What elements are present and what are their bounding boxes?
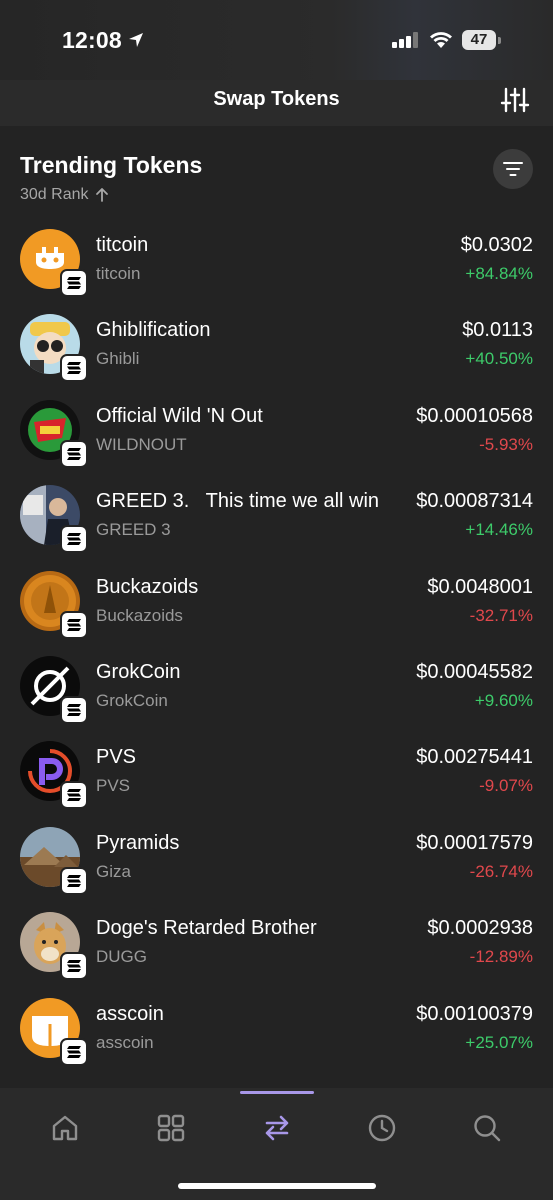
token-change: -5.93% xyxy=(479,434,533,454)
token-name: Ghiblification xyxy=(96,319,211,342)
token-row[interactable]: asscoin asscoin $0.00100379 +25.07% xyxy=(0,986,553,1071)
filter-button[interactable] xyxy=(493,149,533,189)
solana-icon xyxy=(60,269,88,297)
token-row[interactable]: Ghiblification Ghibli $0.0113 +40.50% xyxy=(0,302,553,387)
tab-home[interactable] xyxy=(45,1108,85,1148)
token-name: PVS xyxy=(96,746,137,769)
token-change: +14.46% xyxy=(465,520,533,540)
token-symbol: DUGG xyxy=(96,947,147,967)
token-price: $0.00275441 xyxy=(416,746,533,769)
token-symbol: PVS xyxy=(96,776,131,796)
token-name: asscoin xyxy=(96,1002,164,1025)
battery-indicator: 47 xyxy=(462,30,496,50)
home-indicator xyxy=(178,1183,376,1189)
solana-icon xyxy=(60,781,88,810)
token-row[interactable]: Buckazoids Buckazoids $0.0048001 -32.71% xyxy=(0,559,553,644)
grid-icon xyxy=(157,1114,185,1142)
token-symbol: asscoin xyxy=(96,1032,154,1052)
tab-swap[interactable] xyxy=(257,1108,297,1148)
token-row[interactable]: GREED 3. This time we all win GREED 3 $0… xyxy=(0,473,553,558)
token-row[interactable]: Doge's Retarded Brother DUGG $0.0002938 … xyxy=(0,900,553,985)
token-change: +25.07% xyxy=(465,1032,533,1052)
token-price: $0.0002938 xyxy=(427,917,533,940)
token-price: $0.0302 xyxy=(460,234,533,256)
token-price: $0.00087314 xyxy=(416,490,533,513)
token-price: $0.0113 xyxy=(462,319,533,342)
status-bar: 12:08 47 xyxy=(0,0,553,80)
token-symbol: WILDNOUT xyxy=(96,434,187,454)
token-name: GREED 3. This time we all win xyxy=(96,490,380,513)
location-arrow-icon xyxy=(129,33,143,47)
token-change: -9.07% xyxy=(479,776,533,796)
token-row[interactable]: titcoin titcoin $0.0302 +84.84% xyxy=(0,217,553,302)
token-symbol: Buckazoids xyxy=(96,605,183,625)
search-icon xyxy=(474,1115,501,1142)
token-symbol: titcoin xyxy=(96,264,141,283)
token-change: -32.71% xyxy=(469,605,533,625)
active-tab-indicator xyxy=(240,1091,314,1094)
solana-icon xyxy=(60,439,88,468)
token-symbol: GrokCoin xyxy=(96,690,168,710)
token-price: $0.00045582 xyxy=(416,660,533,683)
home-icon xyxy=(52,1115,78,1141)
solana-icon xyxy=(60,1037,88,1066)
solana-icon xyxy=(60,695,88,724)
token-row[interactable]: PVS PVS $0.00275441 -9.07% xyxy=(0,729,553,814)
settings-sliders-icon[interactable] xyxy=(500,86,530,114)
token-row[interactable]: Pyramids Giza $0.00017579 -26.74% xyxy=(0,815,553,900)
section-title: Trending Tokens xyxy=(20,152,203,178)
token-name: Buckazoids xyxy=(96,575,199,598)
sort-toggle[interactable]: 30d Rank xyxy=(20,186,109,204)
token-name: GrokCoin xyxy=(96,660,181,683)
clock-icon xyxy=(368,1114,396,1142)
tab-search[interactable] xyxy=(467,1108,507,1148)
filter-icon xyxy=(503,162,523,176)
token-price: $0.00100379 xyxy=(416,1002,533,1025)
wifi-icon xyxy=(430,32,452,48)
token-symbol: Ghibli xyxy=(96,349,140,369)
token-symbol: GREED 3 xyxy=(96,520,171,540)
token-change: -26.74% xyxy=(469,861,533,881)
solana-icon xyxy=(60,952,88,981)
token-list: titcoin titcoin $0.0302 +84.84% Ghiblifi… xyxy=(0,217,553,1071)
battery-tip xyxy=(498,37,501,44)
token-name: titcoin xyxy=(96,234,149,256)
token-name: Official Wild 'N Out xyxy=(96,404,263,427)
arrow-up-icon xyxy=(95,188,108,202)
solana-icon xyxy=(60,610,88,639)
swap-icon xyxy=(265,1115,289,1141)
tab-history[interactable] xyxy=(362,1108,402,1148)
solana-icon xyxy=(60,525,88,554)
header: Swap Tokens xyxy=(0,80,553,126)
page-title: Swap Tokens xyxy=(213,88,340,110)
token-name: Pyramids xyxy=(96,831,180,854)
token-row[interactable]: Official Wild 'N Out WILDNOUT $0.0001056… xyxy=(0,388,553,473)
solana-icon xyxy=(60,354,88,383)
status-time: 12:08 xyxy=(62,27,122,53)
token-change: -12.89% xyxy=(469,947,533,967)
tab-explore[interactable] xyxy=(151,1108,191,1148)
sort-label: 30d Rank xyxy=(20,186,89,203)
token-change: +84.84% xyxy=(465,264,533,283)
token-change: +9.60% xyxy=(474,690,533,710)
token-change: +40.50% xyxy=(465,349,533,369)
token-price: $0.00017579 xyxy=(416,831,533,854)
token-name: Doge's Retarded Brother xyxy=(96,917,317,940)
token-price: $0.0048001 xyxy=(427,575,533,598)
cellular-signal-icon xyxy=(392,32,418,48)
token-price: $0.00010568 xyxy=(416,404,533,427)
token-row[interactable]: GrokCoin GrokCoin $0.00045582 +9.60% xyxy=(0,644,553,729)
solana-icon xyxy=(60,866,88,895)
token-symbol: Giza xyxy=(96,861,131,881)
